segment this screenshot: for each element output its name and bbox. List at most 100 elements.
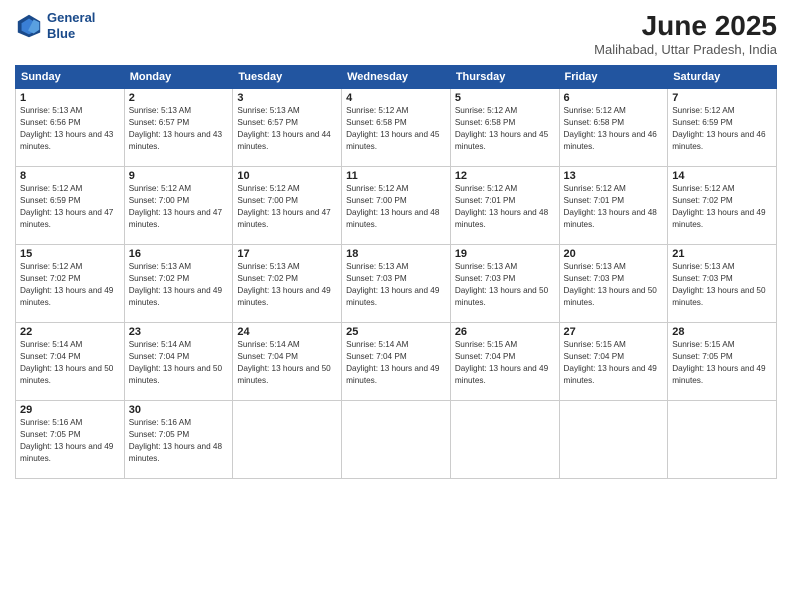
day-detail: Sunrise: 5:13 AMSunset: 6:57 PMDaylight:… [237,105,337,153]
day-of-week-sunday: Sunday [16,66,125,89]
day-number: 28 [672,326,772,338]
table-row: 20Sunrise: 5:13 AMSunset: 7:03 PMDayligh… [559,245,668,323]
location: Malihabad, Uttar Pradesh, India [594,42,777,57]
day-number: 25 [346,326,446,338]
day-number: 30 [129,404,229,416]
day-number: 21 [672,248,772,260]
day-number: 13 [564,170,664,182]
table-row: 23Sunrise: 5:14 AMSunset: 7:04 PMDayligh… [124,323,233,401]
table-row: 3Sunrise: 5:13 AMSunset: 6:57 PMDaylight… [233,89,342,167]
day-detail: Sunrise: 5:14 AMSunset: 7:04 PMDaylight:… [346,339,446,387]
table-row: 1Sunrise: 5:13 AMSunset: 6:56 PMDaylight… [16,89,125,167]
day-number: 11 [346,170,446,182]
day-detail: Sunrise: 5:12 AMSunset: 7:02 PMDaylight:… [672,183,772,231]
day-detail: Sunrise: 5:12 AMSunset: 7:00 PMDaylight:… [237,183,337,231]
day-number: 29 [20,404,120,416]
day-number: 12 [455,170,555,182]
table-row: 6Sunrise: 5:12 AMSunset: 6:58 PMDaylight… [559,89,668,167]
day-detail: Sunrise: 5:12 AMSunset: 7:01 PMDaylight:… [564,183,664,231]
calendar-week-1: 8Sunrise: 5:12 AMSunset: 6:59 PMDaylight… [16,167,777,245]
day-number: 2 [129,92,229,104]
day-number: 24 [237,326,337,338]
month-year: June 2025 [594,10,777,42]
day-detail: Sunrise: 5:13 AMSunset: 7:03 PMDaylight:… [346,261,446,309]
day-detail: Sunrise: 5:14 AMSunset: 7:04 PMDaylight:… [237,339,337,387]
day-detail: Sunrise: 5:16 AMSunset: 7:05 PMDaylight:… [129,417,229,465]
day-number: 19 [455,248,555,260]
day-of-week-thursday: Thursday [450,66,559,89]
table-row: 17Sunrise: 5:13 AMSunset: 7:02 PMDayligh… [233,245,342,323]
day-number: 27 [564,326,664,338]
table-row: 5Sunrise: 5:12 AMSunset: 6:58 PMDaylight… [450,89,559,167]
title-block: June 2025 Malihabad, Uttar Pradesh, Indi… [594,10,777,57]
table-row: 15Sunrise: 5:12 AMSunset: 7:02 PMDayligh… [16,245,125,323]
logo-icon [15,12,43,40]
table-row: 26Sunrise: 5:15 AMSunset: 7:04 PMDayligh… [450,323,559,401]
table-row: 14Sunrise: 5:12 AMSunset: 7:02 PMDayligh… [668,167,777,245]
table-row: 2Sunrise: 5:13 AMSunset: 6:57 PMDaylight… [124,89,233,167]
day-number: 17 [237,248,337,260]
table-row [559,401,668,479]
day-detail: Sunrise: 5:13 AMSunset: 6:57 PMDaylight:… [129,105,229,153]
table-row: 9Sunrise: 5:12 AMSunset: 7:00 PMDaylight… [124,167,233,245]
day-detail: Sunrise: 5:12 AMSunset: 6:59 PMDaylight:… [672,105,772,153]
day-detail: Sunrise: 5:13 AMSunset: 6:56 PMDaylight:… [20,105,120,153]
day-number: 8 [20,170,120,182]
day-detail: Sunrise: 5:12 AMSunset: 7:02 PMDaylight:… [20,261,120,309]
day-number: 15 [20,248,120,260]
day-number: 10 [237,170,337,182]
day-number: 23 [129,326,229,338]
day-detail: Sunrise: 5:12 AMSunset: 6:58 PMDaylight:… [346,105,446,153]
table-row: 10Sunrise: 5:12 AMSunset: 7:00 PMDayligh… [233,167,342,245]
day-detail: Sunrise: 5:12 AMSunset: 6:58 PMDaylight:… [564,105,664,153]
day-number: 16 [129,248,229,260]
calendar-table: SundayMondayTuesdayWednesdayThursdayFrid… [15,65,777,479]
table-row: 12Sunrise: 5:12 AMSunset: 7:01 PMDayligh… [450,167,559,245]
day-of-week-saturday: Saturday [668,66,777,89]
day-number: 5 [455,92,555,104]
day-detail: Sunrise: 5:13 AMSunset: 7:03 PMDaylight:… [564,261,664,309]
table-row: 8Sunrise: 5:12 AMSunset: 6:59 PMDaylight… [16,167,125,245]
day-detail: Sunrise: 5:15 AMSunset: 7:04 PMDaylight:… [455,339,555,387]
day-detail: Sunrise: 5:13 AMSunset: 7:03 PMDaylight:… [455,261,555,309]
day-number: 3 [237,92,337,104]
table-row: 22Sunrise: 5:14 AMSunset: 7:04 PMDayligh… [16,323,125,401]
calendar-header-row: SundayMondayTuesdayWednesdayThursdayFrid… [16,66,777,89]
day-number: 6 [564,92,664,104]
day-detail: Sunrise: 5:16 AMSunset: 7:05 PMDaylight:… [20,417,120,465]
day-number: 20 [564,248,664,260]
table-row [450,401,559,479]
day-detail: Sunrise: 5:12 AMSunset: 6:59 PMDaylight:… [20,183,120,231]
day-of-week-wednesday: Wednesday [342,66,451,89]
day-detail: Sunrise: 5:12 AMSunset: 7:01 PMDaylight:… [455,183,555,231]
table-row: 16Sunrise: 5:13 AMSunset: 7:02 PMDayligh… [124,245,233,323]
day-detail: Sunrise: 5:13 AMSunset: 7:03 PMDaylight:… [672,261,772,309]
day-detail: Sunrise: 5:14 AMSunset: 7:04 PMDaylight:… [129,339,229,387]
day-number: 26 [455,326,555,338]
day-detail: Sunrise: 5:13 AMSunset: 7:02 PMDaylight:… [129,261,229,309]
table-row: 21Sunrise: 5:13 AMSunset: 7:03 PMDayligh… [668,245,777,323]
day-detail: Sunrise: 5:15 AMSunset: 7:05 PMDaylight:… [672,339,772,387]
day-of-week-friday: Friday [559,66,668,89]
table-row: 28Sunrise: 5:15 AMSunset: 7:05 PMDayligh… [668,323,777,401]
calendar-week-3: 22Sunrise: 5:14 AMSunset: 7:04 PMDayligh… [16,323,777,401]
table-row: 27Sunrise: 5:15 AMSunset: 7:04 PMDayligh… [559,323,668,401]
calendar-week-4: 29Sunrise: 5:16 AMSunset: 7:05 PMDayligh… [16,401,777,479]
day-detail: Sunrise: 5:13 AMSunset: 7:02 PMDaylight:… [237,261,337,309]
table-row: 4Sunrise: 5:12 AMSunset: 6:58 PMDaylight… [342,89,451,167]
day-detail: Sunrise: 5:14 AMSunset: 7:04 PMDaylight:… [20,339,120,387]
day-of-week-tuesday: Tuesday [233,66,342,89]
logo-text: General Blue [47,10,95,41]
table-row: 18Sunrise: 5:13 AMSunset: 7:03 PMDayligh… [342,245,451,323]
day-detail: Sunrise: 5:12 AMSunset: 7:00 PMDaylight:… [129,183,229,231]
table-row: 24Sunrise: 5:14 AMSunset: 7:04 PMDayligh… [233,323,342,401]
calendar-week-0: 1Sunrise: 5:13 AMSunset: 6:56 PMDaylight… [16,89,777,167]
day-number: 22 [20,326,120,338]
logo: General Blue [15,10,95,41]
day-detail: Sunrise: 5:12 AMSunset: 7:00 PMDaylight:… [346,183,446,231]
calendar-week-2: 15Sunrise: 5:12 AMSunset: 7:02 PMDayligh… [16,245,777,323]
table-row: 19Sunrise: 5:13 AMSunset: 7:03 PMDayligh… [450,245,559,323]
table-row: 7Sunrise: 5:12 AMSunset: 6:59 PMDaylight… [668,89,777,167]
header: General Blue June 2025 Malihabad, Uttar … [15,10,777,57]
day-number: 18 [346,248,446,260]
